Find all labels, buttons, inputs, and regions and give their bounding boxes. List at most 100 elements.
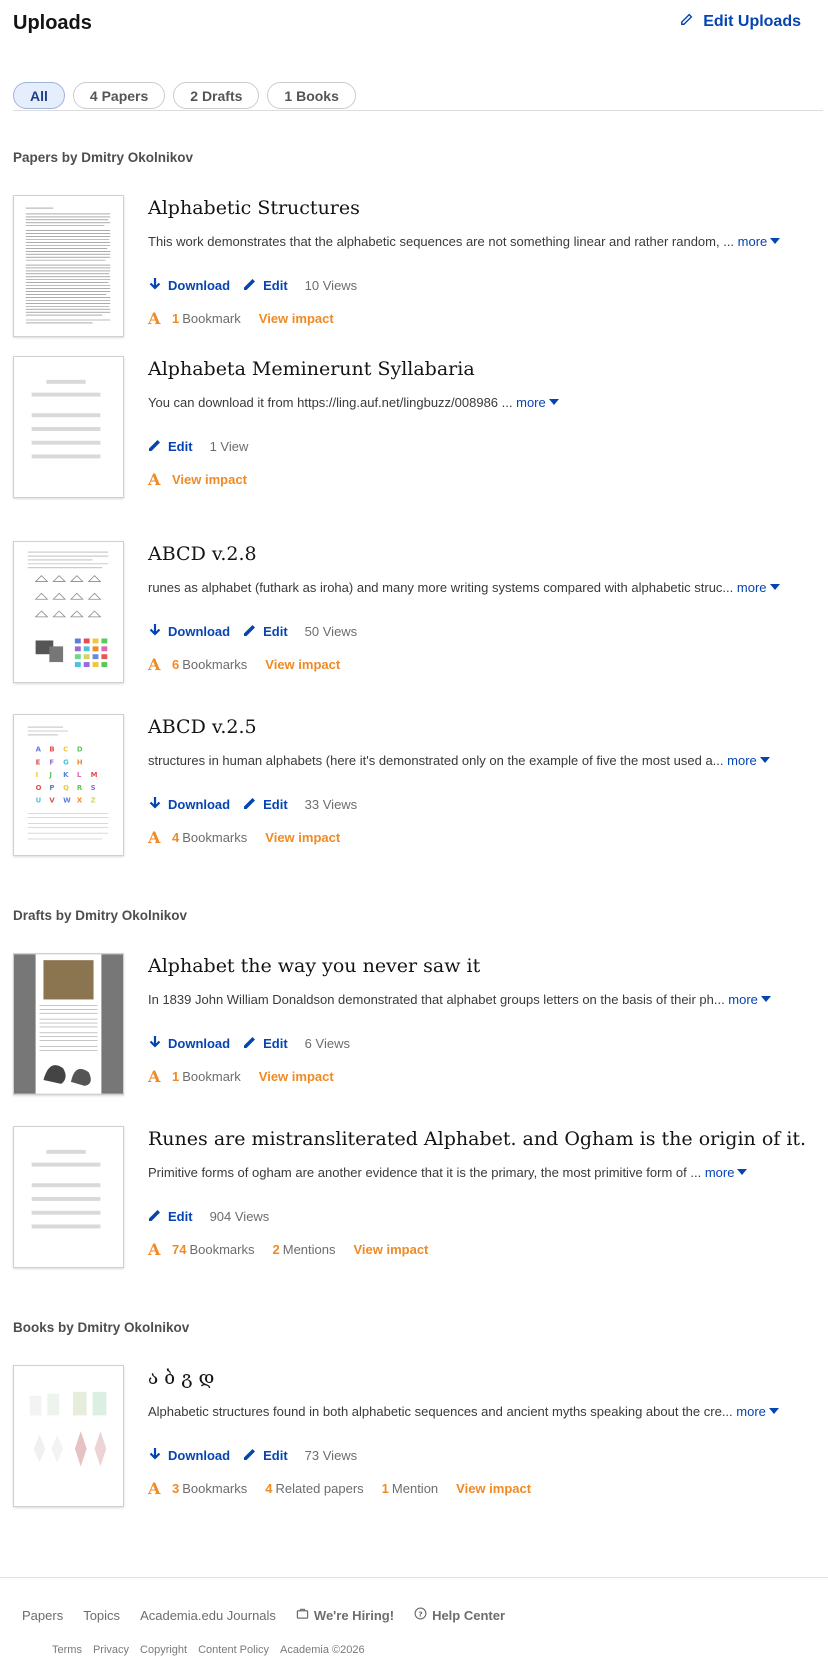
more-toggle[interactable]: more	[737, 580, 780, 595]
footer-privacy[interactable]: Privacy	[93, 1644, 129, 1656]
bookmark-stat[interactable]: 1 Bookmark	[172, 1069, 241, 1084]
footer-link-papers[interactable]: Papers	[22, 1608, 63, 1623]
mentions-stat[interactable]: 2 Mentions	[273, 1242, 336, 1257]
view-count: 10 Views	[304, 277, 358, 293]
download-label: Download	[168, 623, 231, 639]
paper-thumbnail[interactable]	[13, 541, 124, 683]
download-button[interactable]: Download	[148, 1447, 230, 1464]
more-toggle[interactable]: more	[728, 992, 771, 1007]
download-button[interactable]: Download	[148, 1035, 230, 1052]
stat-label: Mentions	[282, 1241, 336, 1257]
more-toggle[interactable]: more	[705, 1165, 748, 1180]
download-button[interactable]: Download	[148, 623, 230, 640]
footer-terms[interactable]: Terms	[52, 1644, 82, 1656]
footer-link-topics[interactable]: Topics	[83, 1608, 120, 1623]
mentions-stat[interactable]: 1 Mention	[382, 1481, 438, 1496]
paper-title[interactable]: Alphabeta Meminerunt Syllabaria	[148, 356, 808, 382]
tab-drafts[interactable]: 2 Drafts	[173, 82, 260, 109]
edit-uploads-label: Edit Uploads	[703, 12, 801, 30]
more-toggle[interactable]: more	[738, 234, 781, 249]
svg-text:M: M	[91, 771, 98, 779]
bookmark-stat[interactable]: 74 Bookmarks	[172, 1242, 255, 1257]
pencil-icon	[243, 277, 257, 294]
paper-summary: You can download it from https://ling.au…	[148, 395, 808, 411]
more-toggle[interactable]: more	[516, 395, 559, 410]
footer-copyright[interactable]: Copyright	[140, 1644, 187, 1656]
stat-number: 1	[381, 1480, 389, 1496]
draft-thumbnail[interactable]	[13, 953, 124, 1095]
draft-stats: A 1 Bookmark View impact	[148, 1067, 808, 1086]
page-header: Uploads Edit Uploads	[13, 10, 813, 40]
view-impact-link[interactable]: View impact	[259, 1069, 334, 1084]
view-impact-link[interactable]: View impact	[265, 830, 340, 845]
edit-button[interactable]: Edit	[243, 623, 288, 640]
edit-button[interactable]: Edit	[243, 796, 288, 813]
paper-item: ABCD EFGH IJKLM OPQRS UVWXZ ABCD v.2.5 s…	[13, 714, 813, 856]
related-papers-stat[interactable]: 4 Related papers	[265, 1481, 363, 1496]
view-impact-link[interactable]: View impact	[353, 1242, 428, 1257]
edit-button[interactable]: Edit	[243, 1035, 288, 1052]
footer-links: Papers Topics Academia.edu Journals We'r…	[0, 1607, 525, 1623]
view-impact-link[interactable]: View impact	[172, 472, 247, 487]
edit-button[interactable]: Edit	[148, 1208, 193, 1225]
summary-text: In 1839 John William Donaldson demonstra…	[148, 992, 729, 1007]
paper-actions: Download Edit 33 Views	[148, 795, 808, 813]
draft-title[interactable]: Alphabet the way you never saw it	[148, 953, 808, 979]
draft-thumbnail-placeholder[interactable]	[13, 1126, 124, 1268]
help-center-label: Help Center	[432, 1607, 506, 1623]
draft-summary: In 1839 John William Donaldson demonstra…	[148, 992, 808, 1008]
edit-button[interactable]: Edit	[148, 438, 193, 455]
bookmark-stat[interactable]: 6 Bookmarks	[172, 657, 247, 672]
caret-down-icon	[769, 584, 780, 590]
svg-text:D: D	[77, 746, 83, 754]
book-title[interactable]: ა ბ გ დ	[148, 1365, 808, 1391]
footer-link-help-center[interactable]: ? Help Center	[414, 1607, 505, 1623]
footer-link-journals[interactable]: Academia.edu Journals	[140, 1608, 276, 1623]
tab-all[interactable]: All	[13, 82, 65, 109]
view-count: 50 Views	[304, 623, 358, 639]
download-icon	[148, 623, 162, 640]
draft-title[interactable]: Runes are mistransliterated Alphabet. an…	[148, 1126, 808, 1152]
edit-uploads-button[interactable]: Edit Uploads	[680, 12, 801, 31]
edit-button[interactable]: Edit	[243, 1447, 288, 1464]
view-impact-link[interactable]: View impact	[259, 311, 334, 326]
caret-down-icon	[770, 238, 781, 244]
footer-link-hiring[interactable]: We're Hiring!	[296, 1607, 394, 1623]
more-label: more	[736, 580, 767, 595]
bookmark-stat[interactable]: 1 Bookmark	[172, 311, 241, 326]
paper-thumbnail-placeholder[interactable]	[13, 356, 124, 498]
view-impact-link[interactable]: View impact	[265, 657, 340, 672]
footer-content-policy[interactable]: Content Policy	[198, 1644, 269, 1656]
stat-label: Mention	[391, 1480, 439, 1496]
paper-thumbnail[interactable]: AB C D EF GH I J KL M OP QRS UVWXZ	[13, 714, 124, 856]
view-impact-link[interactable]: View impact	[456, 1481, 531, 1496]
draft-item: Alphabet the way you never saw it In 183…	[13, 953, 813, 1095]
svg-text:W: W	[63, 797, 71, 805]
bookmark-stat[interactable]: 4 Bookmarks	[172, 830, 247, 845]
edit-label: Edit	[168, 1208, 193, 1224]
book-actions: Download Edit 73 Views	[148, 1446, 808, 1464]
section-title-drafts: Drafts by Dmitry Okolnikov	[13, 908, 188, 923]
paper-title[interactable]: ABCD v.2.8	[148, 541, 808, 567]
paper-title[interactable]: Alphabetic Structures	[148, 195, 808, 221]
more-label: more	[704, 1165, 735, 1180]
svg-text:G: G	[63, 758, 69, 766]
download-button[interactable]: Download	[148, 796, 230, 813]
download-button[interactable]: Download	[148, 277, 230, 294]
bookmark-stat[interactable]: 3 Bookmarks	[172, 1481, 247, 1496]
more-toggle[interactable]: more	[727, 753, 770, 768]
tab-papers[interactable]: 4 Papers	[72, 82, 166, 109]
filter-tabs: All 4 Papers 2 Drafts 1 Books	[13, 82, 823, 111]
draft-stats: A 74 Bookmarks 2 Mentions View impact	[148, 1240, 808, 1259]
summary-text: This work demonstrates that the alphabet…	[148, 234, 738, 249]
caret-down-icon	[737, 1169, 748, 1175]
paper-thumbnail[interactable]	[13, 195, 124, 337]
edit-button[interactable]: Edit	[243, 277, 288, 294]
book-thumbnail[interactable]	[13, 1365, 124, 1507]
download-label: Download	[168, 796, 231, 812]
paper-title[interactable]: ABCD v.2.5	[148, 714, 808, 740]
more-toggle[interactable]: more	[736, 1404, 779, 1419]
tab-books[interactable]: 1 Books	[267, 82, 356, 109]
view-count: 6 Views	[304, 1035, 350, 1051]
paper-summary: structures in human alphabets (here it's…	[148, 753, 808, 769]
